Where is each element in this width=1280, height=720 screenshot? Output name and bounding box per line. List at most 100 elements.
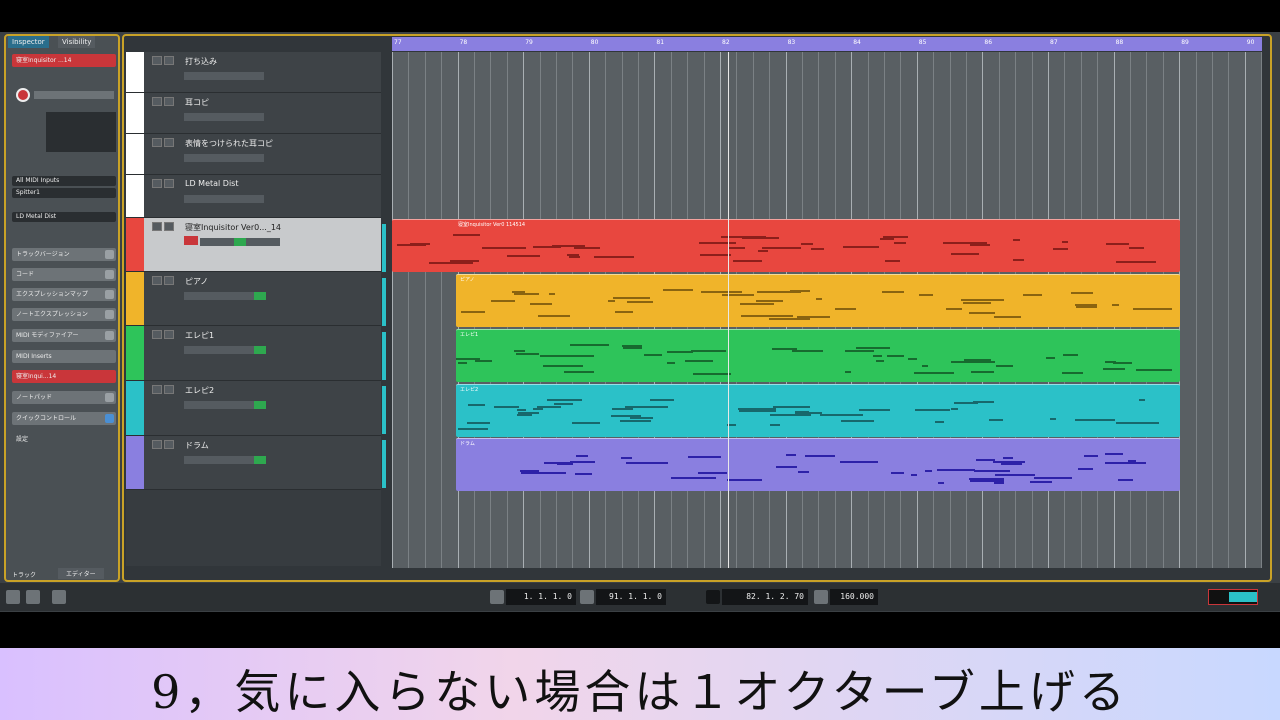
tab-editor[interactable]: エディター <box>58 568 104 579</box>
midi-note <box>798 471 809 473</box>
track-row[interactable]: エレピ2 <box>126 381 381 436</box>
transport-bar: 1. 1. 1. 0 91. 1. 1. 0 82. 1. 2. 70 160.… <box>0 583 1280 611</box>
locator-icon[interactable] <box>490 590 504 604</box>
instrument-field[interactable]: LD Metal Dist <box>12 212 116 222</box>
tab-visibility[interactable]: Visibility <box>58 36 96 48</box>
midi-note <box>820 414 863 416</box>
left-locator[interactable]: 1. 1. 1. 0 <box>506 589 576 605</box>
midi-note <box>475 360 492 362</box>
section-label: MIDI Inserts <box>16 353 52 360</box>
midi-note <box>840 461 878 463</box>
midi-note <box>1112 304 1119 306</box>
section-midi-modifiers[interactable]: MIDI モディファイアー <box>12 329 116 342</box>
section-midi-inserts[interactable]: MIDI Inserts <box>12 350 116 363</box>
tab-track[interactable]: トラック <box>12 570 36 579</box>
section-expression-map[interactable]: エクスプレッションマップ <box>12 288 116 301</box>
position-display[interactable]: 82. 1. 2. 70 <box>722 589 808 605</box>
section-quick-controls[interactable]: クイックコントロール <box>12 412 116 425</box>
track-controls[interactable] <box>184 292 266 300</box>
midi-note <box>615 311 633 313</box>
stop-icon[interactable] <box>6 590 20 604</box>
track-row[interactable]: ドラム <box>126 436 381 490</box>
track-controls[interactable] <box>200 238 280 246</box>
section-track-channel[interactable]: 寝室Inqui...14 <box>12 370 116 383</box>
mute-solo-buttons[interactable] <box>152 440 176 449</box>
midi-part-epiano2[interactable]: エレピ2 <box>456 384 1180 437</box>
section-chord[interactable]: コード <box>12 268 116 281</box>
midi-note <box>644 354 662 356</box>
timeline-ruler[interactable]: 77 78 79 80 81 82 83 84 85 86 87 88 89 90 <box>392 37 1262 51</box>
track-name: 耳コピ <box>185 98 209 107</box>
track-controls[interactable] <box>184 346 266 354</box>
arrange-area[interactable]: 寝室Inquisitor Ver0 114514 ピアノ エレピ1 エレピ2 ド… <box>392 52 1262 568</box>
midi-note <box>494 406 519 408</box>
track-controls[interactable] <box>184 154 264 162</box>
mute-solo-buttons[interactable] <box>152 330 176 339</box>
midi-part-piano[interactable]: ピアノ <box>456 274 1180 327</box>
record-enable-button[interactable] <box>16 88 30 102</box>
midi-note <box>1030 481 1052 483</box>
midi-note <box>995 474 1035 476</box>
midi-part-drums[interactable]: ドラム <box>456 438 1180 491</box>
midi-note <box>491 300 515 302</box>
tab-inspector[interactable]: Inspector <box>8 36 49 48</box>
section-note-expression[interactable]: ノートエクスプレッション <box>12 308 116 321</box>
playhead-cursor[interactable] <box>728 52 729 568</box>
tempo-display[interactable]: 160.000 <box>830 589 878 605</box>
midi-note <box>530 303 552 305</box>
track-color-strip <box>126 52 144 92</box>
track-row[interactable]: 表情をつけられた耳コピ <box>126 134 381 175</box>
chevron-icon <box>105 250 114 259</box>
volume-pan-area[interactable] <box>46 112 116 152</box>
midi-part-main[interactable]: 寝室Inquisitor Ver0 114514 <box>392 219 1180 272</box>
midi-note <box>740 303 774 305</box>
midi-note <box>570 344 609 346</box>
record-button[interactable] <box>184 236 198 245</box>
track-controls[interactable] <box>184 113 264 121</box>
midi-note <box>1105 361 1116 363</box>
midi-note <box>1013 259 1024 261</box>
midi-note <box>557 463 573 465</box>
mute-solo-buttons[interactable] <box>152 385 176 394</box>
track-row[interactable]: 打ち込み <box>126 52 381 93</box>
play-icon[interactable] <box>52 590 66 604</box>
midi-output-field[interactable]: Spitter1 <box>12 188 116 198</box>
midi-note <box>552 245 585 247</box>
mute-solo-buttons[interactable] <box>152 138 176 147</box>
mute-solo-buttons[interactable] <box>152 179 176 188</box>
section-settings[interactable]: 設定 <box>12 433 116 446</box>
midi-note <box>951 253 979 255</box>
section-notepad[interactable]: ノートパッド <box>12 391 116 404</box>
track-row[interactable]: ピアノ <box>126 272 381 326</box>
level-meter <box>382 386 386 434</box>
midi-note <box>594 256 634 258</box>
right-locator[interactable]: 91. 1. 1. 0 <box>596 589 666 605</box>
midi-note <box>521 472 566 474</box>
section-track-versions[interactable]: トラックバージョン <box>12 248 116 261</box>
cycle-icon[interactable] <box>26 590 40 604</box>
midi-input-field[interactable]: All MIDI Inputs <box>12 176 116 186</box>
track-row[interactable]: 耳コピ <box>126 93 381 134</box>
track-controls[interactable] <box>184 195 264 203</box>
tempo-icon[interactable] <box>814 590 828 604</box>
mute-solo-buttons[interactable] <box>152 276 176 285</box>
midi-part-epiano1[interactable]: エレピ1 <box>456 329 1180 382</box>
mute-solo-buttons[interactable] <box>152 222 176 231</box>
midi-note <box>885 260 900 262</box>
mute-solo-buttons[interactable] <box>152 97 176 106</box>
track-controls[interactable] <box>184 401 266 409</box>
caption-text: 9，気に入らない場合は１オクターブ上げる <box>151 665 1129 719</box>
track-row[interactable]: エレピ1 <box>126 326 381 381</box>
selected-track-name: 寝室Inquisitor ...14 <box>16 57 72 64</box>
track-color-strip <box>126 326 144 380</box>
locator-icon[interactable] <box>580 590 594 604</box>
midi-note <box>915 409 950 411</box>
track-controls[interactable] <box>184 72 264 80</box>
midi-note <box>1075 419 1115 421</box>
track-controls[interactable] <box>184 456 266 464</box>
midi-note <box>925 470 932 472</box>
mute-solo-buttons[interactable] <box>152 56 176 65</box>
track-row[interactable]: LD Metal Dist <box>126 175 381 218</box>
selected-track-header[interactable]: 寝室Inquisitor ...14 <box>12 54 116 67</box>
track-row-selected[interactable]: 寝室Inquisitor Ver0..._14 <box>126 218 381 272</box>
